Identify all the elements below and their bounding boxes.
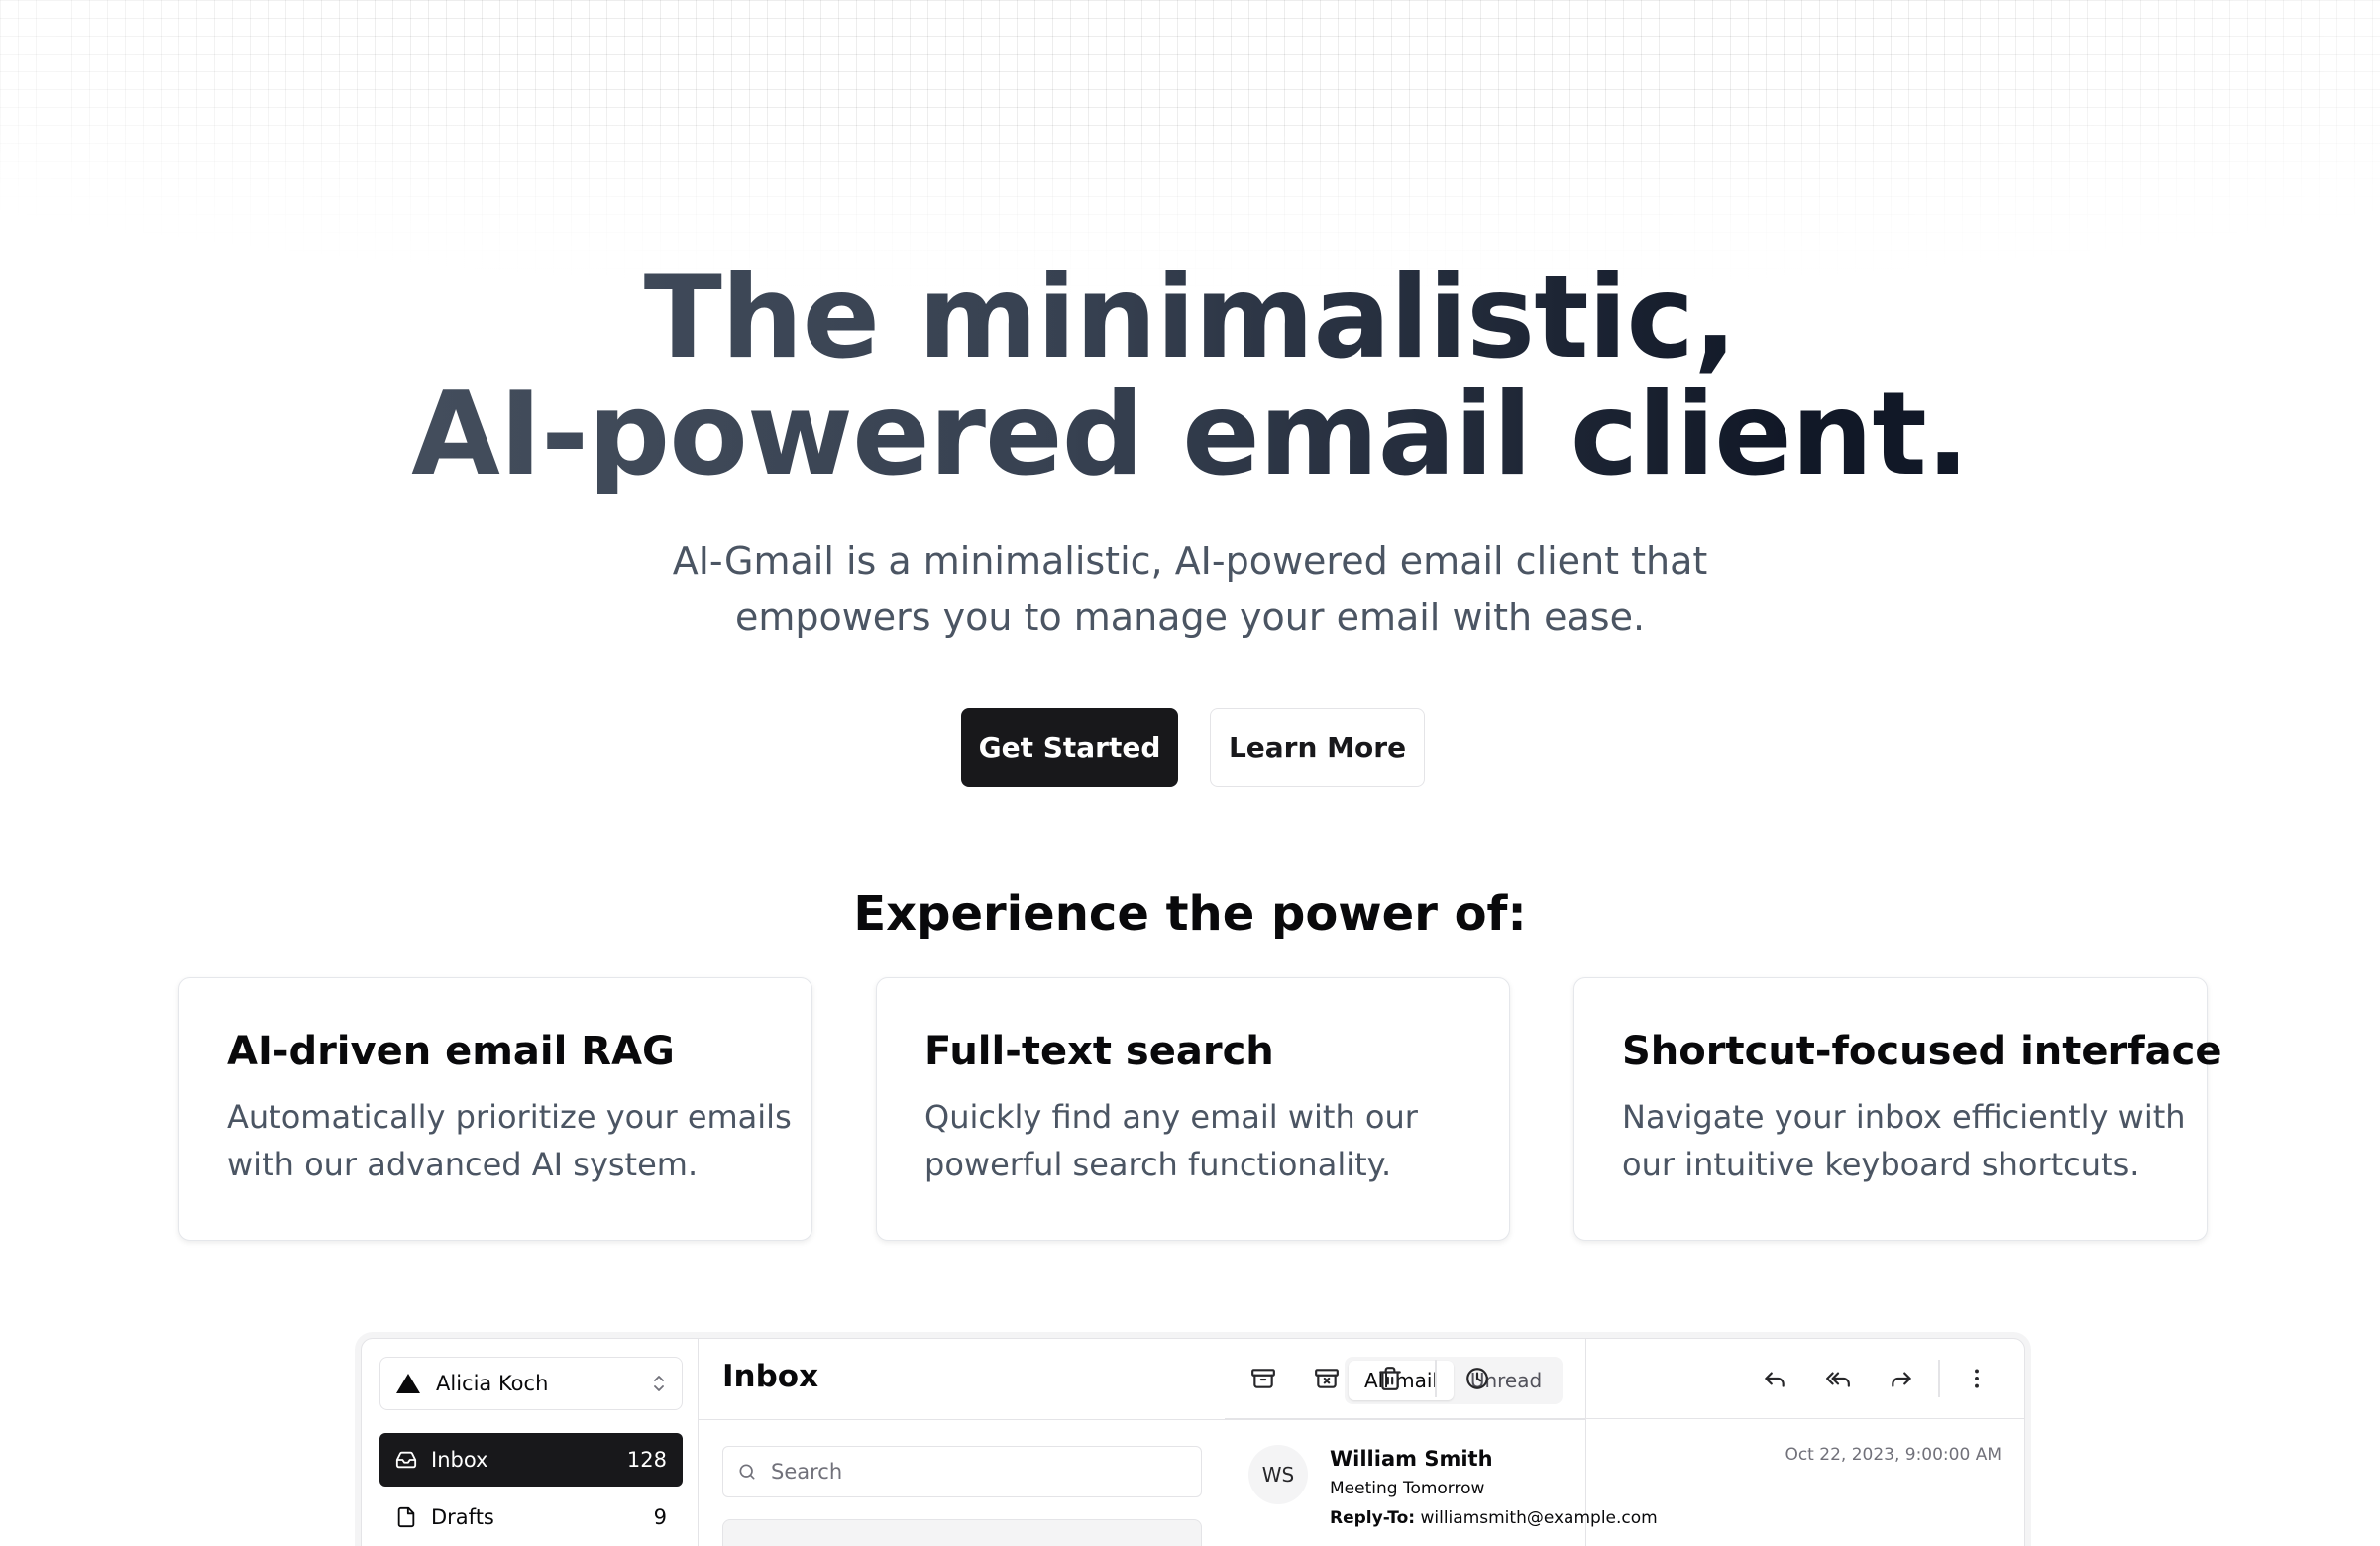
feature-card-description: Quickly find any email with our powerful… [924,1093,1461,1188]
reply-icon[interactable] [1758,1362,1791,1395]
feature-card-title: Shortcut-focused interface [1622,1029,2222,1074]
hero-subtitle-line-1: AI-Gmail is a minimalistic, AI-powered e… [672,539,1708,583]
features-heading: Experience the power of: [853,886,1527,941]
hero-title: The minimalistic, AI-powered email clien… [0,260,2380,494]
search-icon [737,1462,757,1482]
landing-page: The minimalistic, AI-powered email clien… [0,0,2380,1546]
list-item[interactable] [722,1519,1202,1546]
sidebar-item-count: 128 [626,1448,667,1472]
sidebar: Alicia Koch Inbox 128 Drafts 9 [362,1339,699,1546]
trash-icon[interactable] [1373,1362,1407,1395]
hero-title-line-1: The minimalistic, [643,251,1737,385]
toolbar-divider [1435,1360,1437,1397]
chevrons-up-down-icon [652,1374,666,1393]
inbox-icon [395,1449,417,1471]
account-switcher[interactable]: Alicia Koch [379,1357,683,1410]
feature-card-description: Navigate your inbox efficiently with our… [1622,1093,2186,1188]
feature-card-description: Automatically prioritize your emails wit… [227,1093,792,1188]
toolbar-divider [1938,1360,1940,1397]
feature-card-desc-line: with our advanced AI system. [227,1146,699,1183]
feature-card-rag: AI-driven email RAG Automatically priori… [178,977,812,1241]
message-date: Oct 22, 2023, 9:00:00 AM [1785,1445,2001,1465]
feature-card-title: AI-driven email RAG [227,1029,675,1074]
feature-card-desc-line: Quickly find any email with our [924,1098,1418,1136]
message-subject: Meeting Tomorrow [1330,1479,1485,1498]
triangle-logo-icon [396,1374,420,1393]
feature-card-desc-line: Automatically prioritize your emails [227,1098,792,1136]
archive-x-icon[interactable] [1310,1362,1344,1395]
hero-title-line-2: AI-powered email client. [411,368,1969,501]
mail-list-title: Inbox [722,1359,819,1394]
archive-icon[interactable] [1246,1362,1280,1395]
feature-card-desc-line: our intuitive keyboard shortcuts. [1622,1146,2140,1183]
message-view: WS William Smith Meeting Tomorrow Reply-… [1225,1338,2025,1546]
hero-subtitle: AI-Gmail is a minimalistic, AI-powered e… [0,533,2380,646]
sidebar-item-count: 9 [653,1505,667,1529]
file-icon [395,1506,417,1528]
hero-subtitle-line-2: empowers you to manage your email with e… [734,596,1646,639]
account-name: Alicia Koch [436,1372,549,1395]
sidebar-item-label: Drafts [431,1505,494,1529]
feature-card-desc-line: Navigate your inbox efficiently with [1622,1098,2186,1136]
message-sender: William Smith [1330,1447,1493,1471]
avatar: WS [1248,1445,1308,1504]
reply-all-icon[interactable] [1821,1362,1855,1395]
get-started-button[interactable]: Get Started [961,708,1178,787]
more-vertical-icon[interactable] [1960,1362,1994,1395]
feature-card-search: Full-text search Quickly find any email … [876,977,1510,1241]
message-toolbar [1225,1338,2025,1419]
forward-icon[interactable] [1885,1362,1918,1395]
sidebar-item-label: Inbox [431,1448,488,1472]
learn-more-button[interactable]: Learn More [1210,708,1425,787]
sidebar-item-drafts[interactable]: Drafts 9 [379,1491,683,1544]
search-placeholder: Search [771,1460,843,1484]
feature-card-shortcuts: Shortcut-focused interface Navigate your… [1573,977,2222,1241]
feature-card-desc-line: powerful search functionality. [924,1146,1392,1183]
clock-icon[interactable] [1460,1362,1494,1395]
feature-card-title: Full-text search [924,1029,1274,1074]
message-reply-to: Reply-To: williamsmith@example.com [1330,1508,1658,1528]
reply-to-label: Reply-To: [1330,1508,1416,1528]
reply-to-address: williamsmith@example.com [1420,1508,1658,1528]
search-input[interactable]: Search [722,1446,1202,1497]
sidebar-item-inbox[interactable]: Inbox 128 [379,1433,683,1487]
